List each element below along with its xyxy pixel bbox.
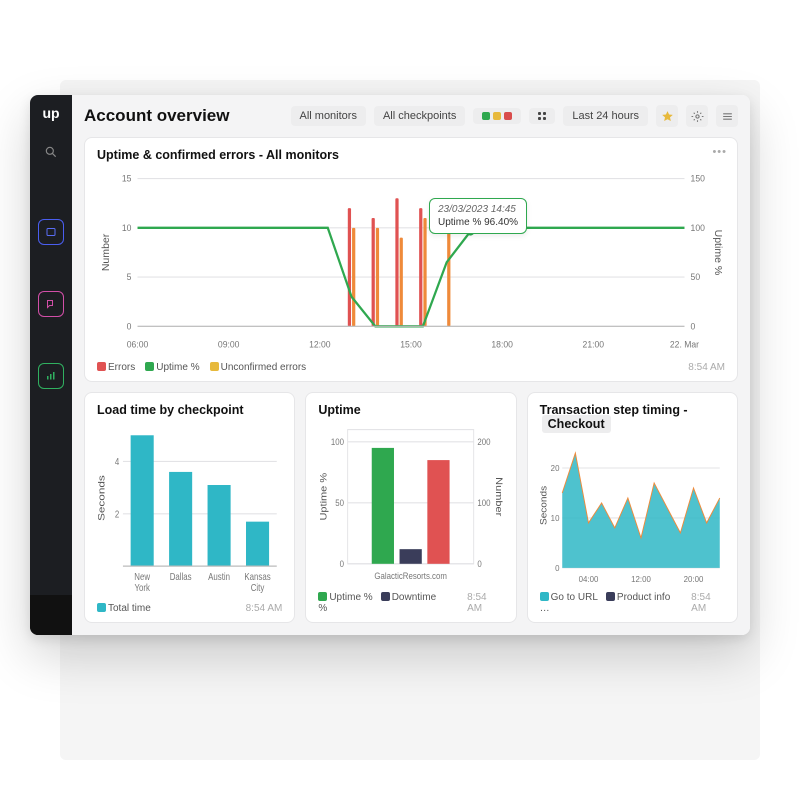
- svg-text:21:00: 21:00: [583, 339, 605, 349]
- svg-text:Seconds: Seconds: [540, 486, 549, 525]
- svg-text:04:00: 04:00: [578, 575, 598, 584]
- svg-text:100: 100: [478, 497, 491, 508]
- main-content: Account overview All monitors All checkp…: [72, 95, 750, 635]
- svg-text:20:00: 20:00: [683, 575, 703, 584]
- card-transaction: Transaction step timing - Checkout 0 10 20…: [527, 392, 738, 623]
- sidebar: up: [30, 95, 72, 635]
- bottom-nav-icon[interactable]: [30, 595, 72, 635]
- card-title: Uptime & confirmed errors - All monitors: [97, 148, 725, 162]
- svg-text:Number: Number: [494, 477, 504, 517]
- logo: up: [42, 105, 59, 121]
- filter-timerange[interactable]: Last 24 hours: [563, 106, 648, 126]
- svg-text:2: 2: [115, 508, 119, 519]
- svg-text:Uptime %: Uptime %: [712, 230, 723, 276]
- svg-text:Seconds: Seconds: [97, 475, 107, 521]
- app-window: up Account overview: [30, 95, 750, 635]
- svg-text:12:00: 12:00: [309, 339, 331, 349]
- filter-checkpoints[interactable]: All checkpoints: [374, 106, 465, 126]
- svg-text:150: 150: [691, 174, 705, 184]
- svg-text:New: New: [134, 571, 150, 582]
- card-uptime: Uptime 0 50 100 0 100 200 Uptime % Number Galact…: [305, 392, 516, 623]
- monitor-icon[interactable]: [38, 219, 64, 245]
- svg-text:100: 100: [691, 223, 705, 233]
- menu-icon[interactable]: [716, 105, 738, 127]
- svg-text:Austin: Austin: [208, 571, 230, 582]
- card-loadtime: Load time by checkpoint 2 4 Seconds NewYork…: [84, 392, 295, 623]
- svg-text:GalacticResorts.com: GalacticResorts.com: [375, 571, 447, 582]
- page-title: Account overview: [84, 106, 230, 126]
- svg-text:10: 10: [550, 514, 559, 523]
- filter-status[interactable]: [473, 108, 521, 124]
- topbar: Account overview All monitors All checkp…: [84, 105, 738, 127]
- card-menu-icon[interactable]: •••: [712, 146, 727, 158]
- svg-text:4: 4: [115, 456, 119, 467]
- card-title: Transaction step timing - Checkout: [540, 403, 725, 431]
- svg-text:0: 0: [691, 321, 696, 331]
- svg-text:12:00: 12:00: [631, 575, 651, 584]
- card-uptime-errors: Uptime & confirmed errors - All monitors…: [84, 137, 738, 382]
- chart-tooltip: 23/03/2023 14:45 Uptime % 96.40%: [429, 198, 527, 234]
- svg-text:50: 50: [691, 272, 701, 282]
- svg-text:Kansas: Kansas: [244, 571, 271, 582]
- svg-text:City: City: [251, 582, 265, 593]
- card-title: Uptime: [318, 403, 503, 417]
- favorite-icon[interactable]: [656, 105, 678, 127]
- svg-text:06:00: 06:00: [127, 339, 149, 349]
- alerts-icon[interactable]: [38, 291, 64, 317]
- svg-text:18:00: 18:00: [491, 339, 513, 349]
- filter-layout[interactable]: [529, 108, 555, 124]
- svg-text:5: 5: [127, 272, 132, 282]
- svg-text:0: 0: [127, 321, 132, 331]
- svg-text:15: 15: [122, 174, 132, 184]
- settings-icon[interactable]: [686, 105, 708, 127]
- svg-text:0: 0: [478, 558, 483, 569]
- transaction-scope[interactable]: Checkout: [542, 415, 611, 433]
- svg-text:Number: Number: [101, 233, 112, 271]
- svg-text:10: 10: [122, 223, 132, 233]
- search-icon[interactable]: [38, 139, 64, 165]
- card-row: Load time by checkpoint 2 4 Seconds NewYork…: [84, 392, 738, 623]
- filter-monitors[interactable]: All monitors: [291, 106, 366, 126]
- svg-text:0: 0: [340, 558, 345, 569]
- svg-text:22. Mar: 22. Mar: [670, 339, 699, 349]
- svg-text:York: York: [134, 582, 150, 593]
- svg-text:Dallas: Dallas: [170, 571, 192, 582]
- svg-text:09:00: 09:00: [218, 339, 240, 349]
- card-title: Load time by checkpoint: [97, 403, 282, 417]
- svg-text:200: 200: [478, 436, 491, 447]
- svg-text:15:00: 15:00: [400, 339, 422, 349]
- svg-text:100: 100: [331, 436, 344, 447]
- svg-text:Uptime %: Uptime %: [319, 473, 329, 521]
- svg-text:50: 50: [336, 497, 345, 508]
- stats-icon[interactable]: [38, 363, 64, 389]
- svg-text:0: 0: [555, 564, 560, 573]
- svg-text:20: 20: [550, 464, 559, 473]
